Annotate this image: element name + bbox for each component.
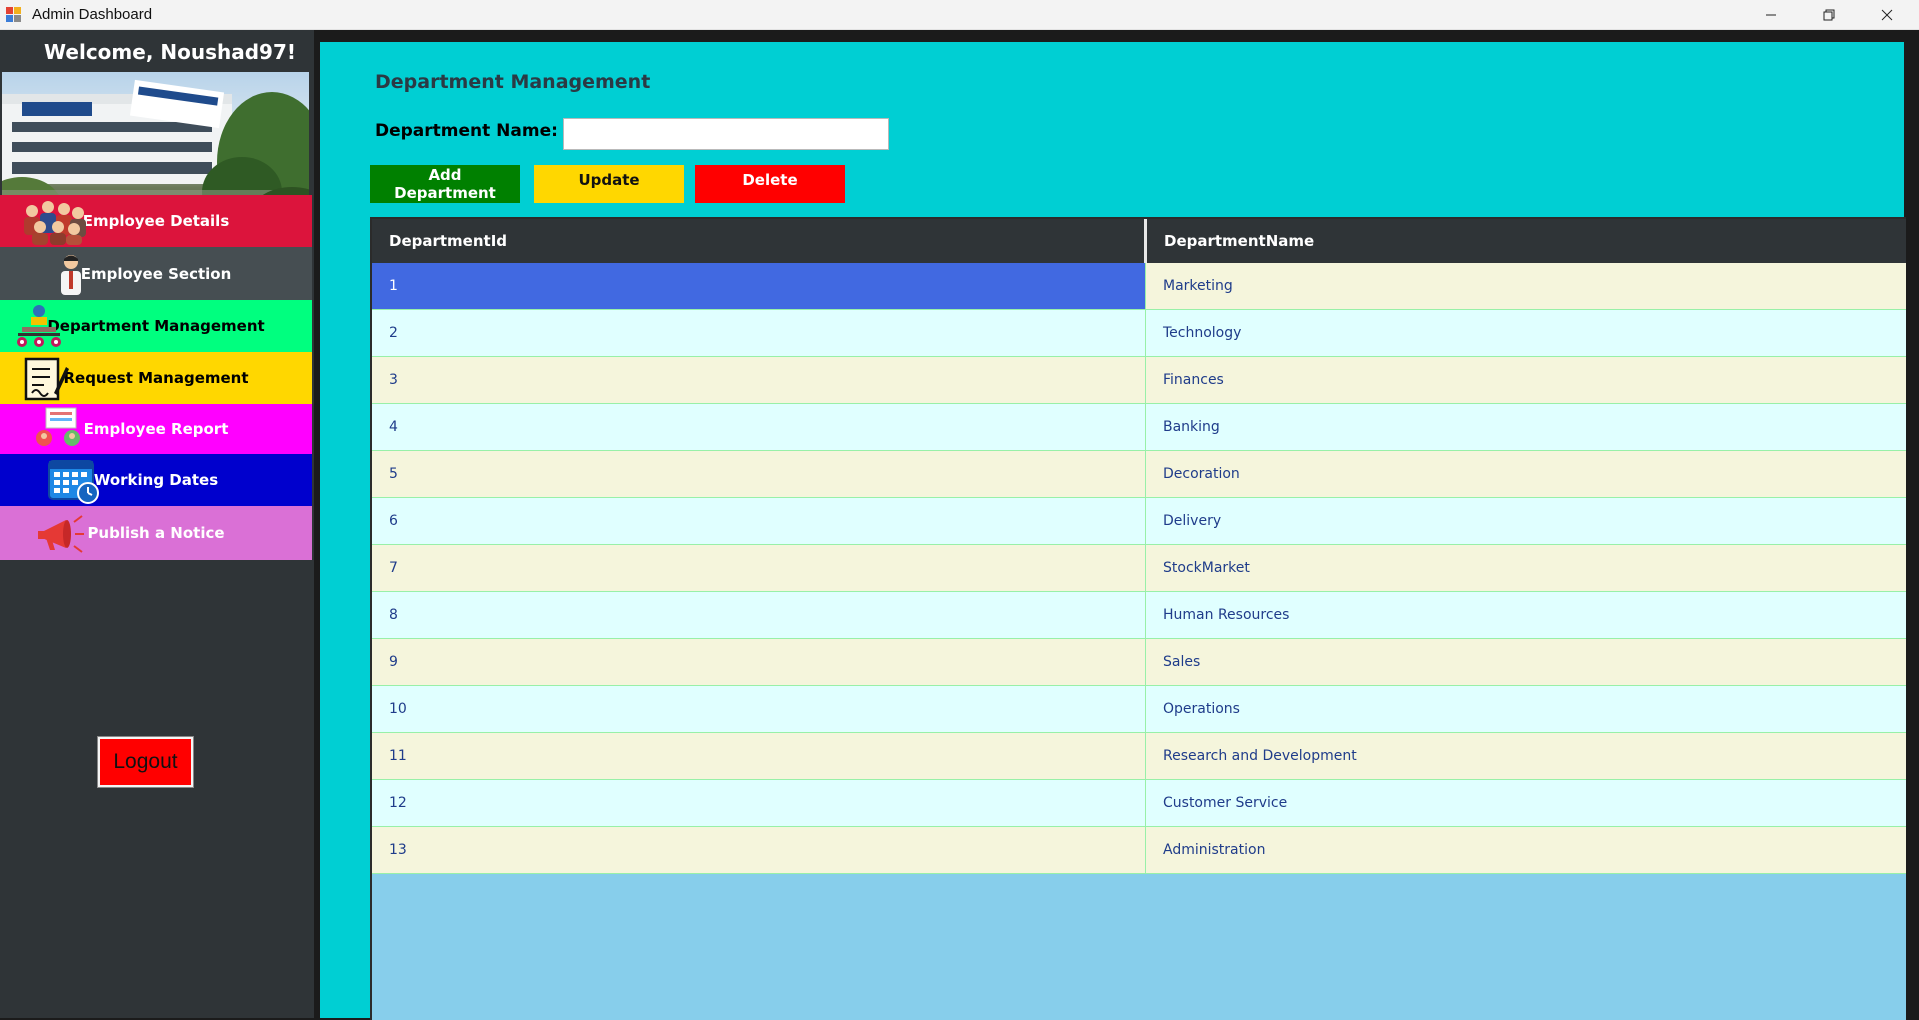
minimize-icon bbox=[1766, 14, 1776, 15]
nav-label: Department Management bbox=[47, 317, 265, 335]
add-department-button[interactable]: Add Department bbox=[370, 165, 520, 203]
cell-department-name[interactable]: Delivery bbox=[1145, 497, 1906, 545]
table-row[interactable]: 10 Operations bbox=[372, 685, 1906, 733]
page-title: Department Management bbox=[375, 71, 651, 93]
nav-employee-section[interactable]: Employee Section bbox=[0, 247, 312, 300]
cell-department-name[interactable]: Operations bbox=[1145, 685, 1906, 733]
calendar-clock-icon bbox=[48, 460, 99, 504]
cell-department-id[interactable]: 7 bbox=[372, 544, 1146, 592]
cell-department-id[interactable]: 10 bbox=[372, 685, 1146, 733]
app-icon bbox=[6, 6, 22, 23]
table-row[interactable]: 11 Research and Development bbox=[372, 732, 1906, 780]
close-window-button[interactable] bbox=[1858, 0, 1916, 29]
cell-department-name[interactable]: Sales bbox=[1145, 638, 1906, 686]
cell-department-id[interactable]: 2 bbox=[372, 309, 1146, 357]
department-table: DepartmentId DepartmentName 1 Marketing 2 T… bbox=[372, 219, 1906, 874]
nav-department-management[interactable]: Department Management bbox=[0, 300, 312, 352]
cell-department-name[interactable]: Decoration bbox=[1145, 450, 1906, 498]
table-row[interactable]: 12 Customer Service bbox=[372, 779, 1906, 827]
window-titlebar: Admin Dashboard bbox=[0, 0, 1919, 30]
nav-label: Publish a Notice bbox=[87, 524, 225, 542]
megaphone-icon bbox=[38, 515, 84, 553]
welcome-text: Welcome, Noushad97! bbox=[44, 40, 296, 64]
column-header-department-name[interactable]: DepartmentName bbox=[1145, 219, 1906, 263]
cell-department-id[interactable]: 5 bbox=[372, 450, 1146, 498]
column-header-department-id[interactable]: DepartmentId bbox=[372, 219, 1147, 263]
cell-department-id[interactable]: 1 bbox=[372, 263, 1146, 310]
table-row[interactable]: 13 Administration bbox=[372, 826, 1906, 874]
table-row[interactable]: 6 Delivery bbox=[372, 497, 1906, 545]
cell-department-name[interactable]: Administration bbox=[1145, 826, 1906, 874]
table-row[interactable]: 7 StockMarket bbox=[372, 544, 1906, 592]
table-row[interactable]: 1 Marketing bbox=[372, 263, 1906, 310]
cell-department-id[interactable]: 3 bbox=[372, 356, 1146, 404]
delete-button[interactable]: Delete bbox=[695, 165, 845, 203]
close-icon bbox=[1881, 9, 1893, 20]
cell-department-id[interactable]: 11 bbox=[372, 732, 1146, 780]
cell-department-name[interactable]: Customer Service bbox=[1145, 779, 1906, 827]
update-button[interactable]: Update bbox=[534, 165, 684, 203]
cell-department-id[interactable]: 4 bbox=[372, 403, 1146, 451]
department-name-input[interactable] bbox=[563, 118, 889, 150]
people-group-icon bbox=[24, 201, 86, 245]
department-name-label: Department Name: bbox=[375, 121, 558, 141]
nav-employee-report[interactable]: Employee Report bbox=[0, 404, 312, 454]
nav-working-dates[interactable]: Working Dates bbox=[0, 454, 312, 506]
nav-label: Working Dates bbox=[93, 471, 219, 489]
minimize-button[interactable] bbox=[1742, 0, 1800, 29]
table-row[interactable]: 8 Human Resources bbox=[372, 591, 1906, 639]
cell-department-name[interactable]: Banking bbox=[1145, 403, 1906, 451]
window-title: Admin Dashboard bbox=[32, 6, 153, 23]
table-row[interactable]: 5 Decoration bbox=[372, 450, 1906, 498]
report-people-icon bbox=[36, 407, 80, 446]
nav-label: Request Management bbox=[63, 369, 249, 387]
restore-button[interactable] bbox=[1800, 0, 1858, 29]
logout-button[interactable]: Logout bbox=[98, 737, 193, 787]
table-row[interactable]: 4 Banking bbox=[372, 403, 1906, 451]
signed-document-icon bbox=[24, 357, 69, 401]
cell-department-id[interactable]: 9 bbox=[372, 638, 1146, 686]
cell-department-id[interactable]: 13 bbox=[372, 826, 1146, 874]
cell-department-name[interactable]: Marketing bbox=[1145, 263, 1906, 310]
department-grid[interactable]: DepartmentId DepartmentName 1 Marketing 2 T… bbox=[370, 217, 1906, 1020]
cell-department-name[interactable]: Human Resources bbox=[1145, 591, 1906, 639]
cell-department-id[interactable]: 6 bbox=[372, 497, 1146, 545]
cell-department-id[interactable]: 12 bbox=[372, 779, 1146, 827]
person-icon bbox=[61, 255, 81, 295]
table-row[interactable]: 9 Sales bbox=[372, 638, 1906, 686]
nav-label: Employee Details bbox=[82, 212, 230, 230]
main-panel: Department Management Department Name: A… bbox=[320, 42, 1906, 1020]
cell-department-name[interactable]: Technology bbox=[1145, 309, 1906, 357]
org-chart-icon bbox=[17, 305, 61, 347]
nav-label: Employee Section bbox=[80, 264, 232, 283]
table-row[interactable]: 2 Technology bbox=[372, 309, 1906, 357]
table-header-row: DepartmentId DepartmentName bbox=[372, 219, 1906, 263]
nav-employee-details[interactable]: Employee Details bbox=[0, 195, 312, 247]
restore-icon bbox=[1823, 9, 1835, 20]
cell-department-name[interactable]: StockMarket bbox=[1145, 544, 1906, 592]
nav-publish-notice[interactable]: Publish a Notice bbox=[0, 506, 312, 560]
sidebar: Welcome, Noushad97! Employee Details Emp… bbox=[0, 30, 314, 1018]
nav-request-management[interactable]: Request Management bbox=[0, 352, 312, 404]
cell-department-name[interactable]: Research and Development bbox=[1145, 732, 1906, 780]
table-row[interactable]: 3 Finances bbox=[372, 356, 1906, 404]
cell-department-name[interactable]: Finances bbox=[1145, 356, 1906, 404]
nav-label: Employee Report bbox=[83, 420, 229, 438]
cell-department-id[interactable]: 8 bbox=[372, 591, 1146, 639]
